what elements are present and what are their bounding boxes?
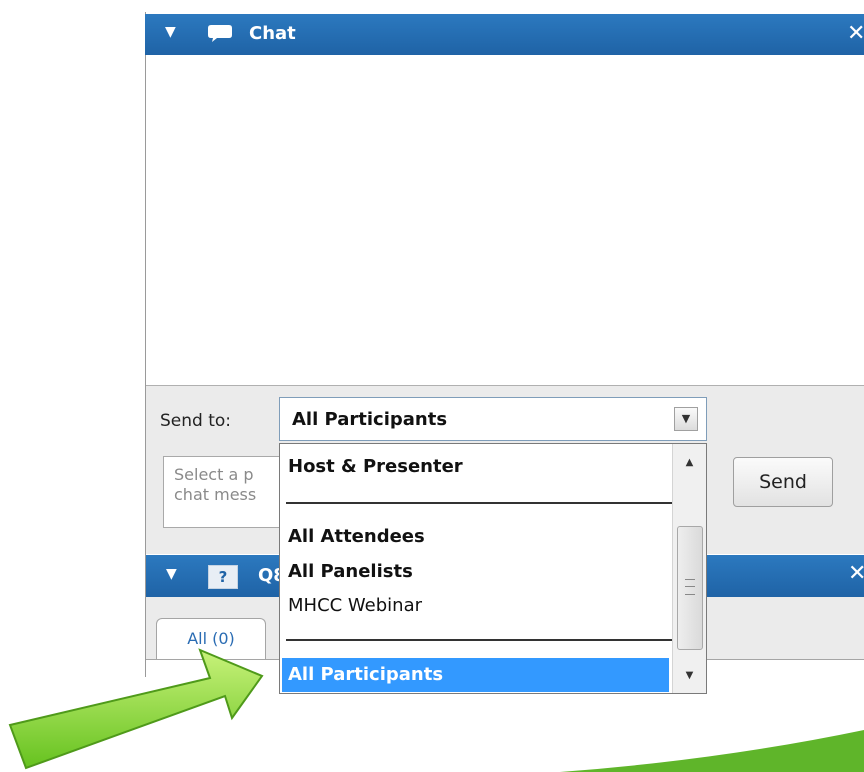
question-icon: ? [208,565,238,589]
scrollbar-thumb[interactable] [677,526,703,650]
option-all-attendees[interactable]: All Attendees [288,526,425,547]
scroll-up-icon[interactable]: ▲ [673,446,706,480]
chevron-down-icon[interactable]: ▼ [674,407,698,431]
list-separator [286,639,672,641]
chat-panel-header[interactable]: ▼ Chat ✕ [145,14,864,55]
collapse-qa-icon[interactable]: ▼ [166,566,177,582]
close-qa-icon[interactable]: ✕ [848,561,864,586]
option-all-participants[interactable]: All Participants [282,658,669,692]
close-chat-icon[interactable]: ✕ [847,21,864,46]
send-button[interactable]: Send [733,457,833,507]
chat-panel-title: Chat [249,23,296,44]
recipient-select-value: All Participants [292,409,448,430]
chat-bubble-icon [208,25,232,42]
dropdown-scrollbar[interactable]: ▲ ▼ [672,444,706,693]
list-separator [286,502,672,504]
recipient-dropdown-list[interactable]: Host & Presenter All Attendees All Panel… [279,443,707,694]
chat-message-area [146,55,864,386]
tab-all[interactable]: All (0) [156,618,266,660]
option-all-panelists[interactable]: All Panelists [288,561,413,582]
collapse-chat-icon[interactable]: ▼ [165,24,176,40]
scroll-down-icon[interactable]: ▼ [673,659,706,693]
recipient-select[interactable]: All Participants ▼ [279,397,707,441]
send-to-label: Send to: [160,411,232,431]
option-host-presenter[interactable]: Host & Presenter [288,456,463,477]
grip-icon [685,579,695,595]
chat-message-input[interactable]: Select a p chat mess [163,456,283,528]
option-mhcc-webinar[interactable]: MHCC Webinar [288,595,422,616]
